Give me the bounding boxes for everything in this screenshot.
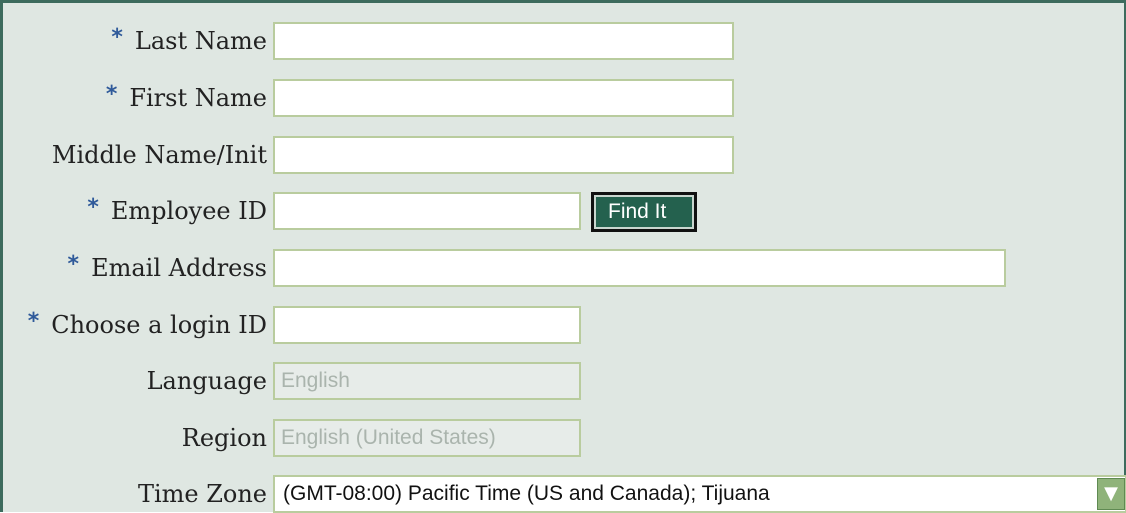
region-field: English (United States) [273, 419, 581, 457]
middle-name-input[interactable] [273, 136, 734, 174]
middle-name-label: Middle Name/Init [51, 141, 267, 169]
login-id-label: * Choose a login ID [27, 309, 267, 339]
time-zone-value: (GMT-08:00) Pacific Time (US and Canada)… [283, 482, 770, 505]
required-star-icon: * [105, 82, 118, 107]
employee-id-label: * Employee ID [87, 195, 267, 225]
language-label: Language [146, 367, 267, 395]
first-name-label: * First Name [105, 82, 267, 112]
login-id-input[interactable] [273, 306, 581, 344]
employee-id-input[interactable] [273, 192, 581, 230]
last-name-label: * Last Name [111, 25, 267, 55]
email-input[interactable] [273, 249, 1006, 287]
required-star-icon: * [67, 252, 80, 277]
find-it-button[interactable]: Find It [591, 192, 697, 232]
email-label: * Email Address [67, 252, 267, 282]
time-zone-select[interactable]: (GMT-08:00) Pacific Time (US and Canada)… [273, 475, 1126, 513]
time-zone-label: Time Zone [137, 480, 267, 508]
required-star-icon: * [111, 25, 123, 50]
last-name-input[interactable] [273, 22, 734, 60]
required-star-icon: * [87, 195, 99, 220]
language-field: English [273, 362, 581, 400]
first-name-input[interactable] [273, 79, 734, 117]
region-label: Region [181, 424, 267, 452]
registration-form-panel: * Last Name * First Name Middle Name/Init … [0, 0, 1126, 513]
chevron-down-icon[interactable]: ▼ [1097, 478, 1125, 510]
required-star-icon: * [27, 309, 40, 334]
